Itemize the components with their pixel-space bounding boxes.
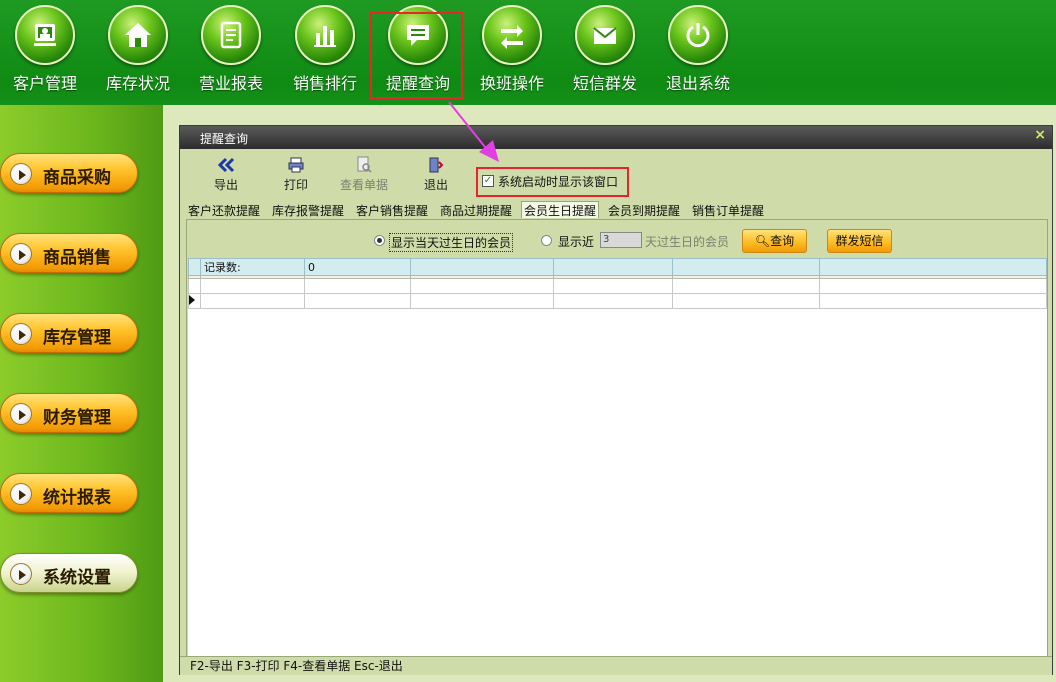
sms-button[interactable]: 群发短信 [827, 229, 892, 253]
top-toolbar: 客户管理 库存状况 营业报表 销售排行 提醒查询 换班操作 短信群发 退出系统 [0, 0, 1056, 105]
highlight-box-checkbox [476, 167, 629, 197]
tab-product-expiry[interactable]: 商品过期提醒 [438, 202, 514, 219]
window-title: 提醒查询 [200, 132, 249, 146]
customer-management-button[interactable]: 客户管理 [0, 0, 90, 100]
table-row[interactable] [188, 278, 1047, 294]
sms-broadcast-button[interactable]: 短信群发 [560, 0, 650, 100]
bar-chart-icon [314, 26, 336, 47]
exit-door-icon [429, 157, 444, 173]
sidebar-item-label: 商品销售 [43, 248, 111, 268]
view-document-button[interactable]: 查看单据 [334, 156, 394, 196]
inventory-status-button[interactable]: 库存状况 [93, 0, 183, 100]
days-input[interactable]: 3 [600, 232, 642, 248]
envelope-icon [593, 27, 617, 44]
swap-icon [501, 25, 523, 49]
record-count-value: 0 [304, 258, 411, 276]
play-icon [10, 483, 32, 505]
view-document-label: 查看单据 [339, 178, 388, 192]
sidebar-item-label: 系统设置 [43, 568, 111, 588]
recent-suffix-label: 天过生日的会员 [645, 235, 730, 249]
sidebar-item-statistics[interactable]: 统计报表 [0, 473, 138, 513]
sidebar-item-finance[interactable]: 财务管理 [0, 393, 138, 433]
play-icon [10, 323, 32, 345]
tab-sales-order[interactable]: 销售订单提醒 [690, 202, 766, 219]
export-label: 导出 [213, 178, 238, 192]
close-icon[interactable]: × [1034, 127, 1046, 143]
highlight-box-reminder [370, 12, 463, 99]
sidebar-item-label: 财务管理 [43, 408, 111, 428]
exit-system-label: 退出系统 [665, 74, 730, 93]
member-grid[interactable]: 会员卡号 会员姓名 会员生日 联系电话 联系地址 备注 记录数: [188, 258, 1047, 670]
print-label: 打印 [283, 178, 308, 192]
radio-recent[interactable] [541, 235, 552, 246]
radio-today[interactable] [374, 235, 385, 246]
sidebar-item-settings[interactable]: 系统设置 [0, 553, 138, 593]
sidebar-item-label: 库存管理 [43, 328, 111, 348]
tab-customer-sales[interactable]: 客户销售提醒 [354, 202, 430, 219]
play-icon [10, 563, 32, 585]
exit-system-button[interactable]: 退出系统 [653, 0, 743, 100]
tab-member-birthday[interactable]: 会员生日提醒 [521, 201, 600, 218]
sms-broadcast-label: 短信群发 [572, 74, 637, 93]
query-label: 查询 [770, 234, 795, 248]
sales-ranking-button[interactable]: 销售排行 [280, 0, 370, 100]
sidebar-item-label: 商品采购 [43, 168, 111, 188]
export-button[interactable]: 导出 [196, 156, 256, 196]
sales-ranking-label: 销售排行 [292, 74, 357, 93]
status-bar: F2-导出 F3-打印 F4-查看单据 Esc-退出 [180, 656, 1052, 675]
play-icon [10, 163, 32, 185]
shift-change-label: 换班操作 [479, 74, 544, 93]
row-pointer-icon [189, 295, 195, 305]
play-icon [10, 403, 32, 425]
sidebar-item-purchase[interactable]: 商品采购 [0, 153, 138, 193]
record-count-label: 记录数: [200, 258, 305, 276]
print-button[interactable]: 打印 [266, 156, 326, 196]
inventory-status-label: 库存状况 [105, 74, 170, 93]
query-button[interactable]: 🔍︎查询 [742, 229, 807, 253]
shift-change-button[interactable]: 换班操作 [467, 0, 557, 100]
window-titlebar[interactable]: 提醒查询 × [180, 126, 1052, 149]
tab-stock-alarm[interactable]: 库存报警提醒 [270, 202, 346, 219]
report-icon [220, 21, 242, 49]
reminder-window: 提醒查询 × 导出 打印 查看单据 退出 ✓ 系统启动时显示该窗口 客户还款提醒… [179, 125, 1053, 675]
sidebar-item-label: 统计报表 [43, 488, 111, 508]
double-chevron-left-icon [217, 157, 235, 173]
radio-today-label: 显示当天过生日的会员 [389, 233, 514, 252]
table-row[interactable] [188, 293, 1047, 309]
tab-panel: 显示当天过生日的会员 显示近 3 天过生日的会员 🔍︎查询 群发短信 会员卡号 … [186, 219, 1048, 671]
grid-footer: 记录数: 0 [188, 258, 1047, 276]
document-search-icon [357, 156, 372, 173]
tab-customer-repayment[interactable]: 客户还款提醒 [186, 202, 262, 219]
customer-management-label: 客户管理 [12, 74, 77, 93]
power-icon [686, 23, 710, 48]
business-report-label: 营业报表 [198, 74, 263, 93]
business-report-button[interactable]: 营业报表 [186, 0, 276, 100]
home-icon [125, 23, 151, 47]
tab-member-expiry[interactable]: 会员到期提醒 [606, 202, 682, 219]
sidebar-item-inventory[interactable]: 库存管理 [0, 313, 138, 353]
magnifier-icon: 🔍︎ [754, 234, 771, 248]
annotation-arrow-icon [448, 101, 499, 162]
exit-label: 退出 [423, 178, 448, 192]
printer-icon [288, 157, 304, 173]
sidebar-item-sales[interactable]: 商品销售 [0, 233, 138, 273]
play-icon [10, 243, 32, 265]
filter-bar: 显示当天过生日的会员 显示近 3 天过生日的会员 🔍︎查询 群发短信 [188, 224, 1047, 256]
customer-icon [34, 24, 56, 46]
sidebar: 商品采购 商品销售 库存管理 财务管理 统计报表 系统设置 [0, 105, 163, 682]
radio-recent-label: 显示近 [558, 235, 595, 249]
